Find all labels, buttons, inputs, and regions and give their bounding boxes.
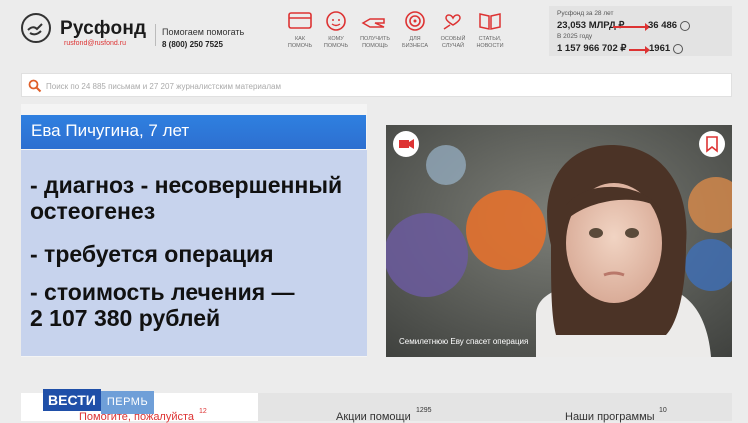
arrow-right-icon: [613, 23, 650, 31]
nav-label: СТАТЬИ,: [478, 36, 502, 42]
hand-icon: [361, 18, 385, 28]
stats-total-count: 36 486: [648, 20, 678, 31]
tab-label: Наши программы: [565, 411, 655, 423]
tagline: Помогаем помогать: [162, 27, 245, 37]
nav-get-help[interactable]: ПОЛУЧИТЬ ПОМОЩЬ: [353, 10, 397, 50]
nav-label: ПОМОЧЬ: [323, 43, 349, 49]
stats-period: Русфонд за 28 лет: [557, 10, 614, 17]
nav-label: ПОМОЩЬ: [362, 43, 388, 49]
search-bar[interactable]: [21, 73, 732, 98]
nav-label: КОМУ: [328, 36, 344, 42]
smile-icon: [680, 21, 690, 31]
search-input[interactable]: [44, 74, 708, 98]
logo-title[interactable]: Русфонд: [60, 18, 146, 40]
overlay-title: Ева Пичугина, 7 лет: [31, 121, 190, 140]
photo-caption: Семилетнюю Еву спасет операция: [399, 337, 529, 346]
nav-whom-to-help[interactable]: КОМУ ПОМОЧЬ: [314, 10, 358, 50]
phone-number[interactable]: 8 (800) 250 7525: [162, 40, 223, 49]
overlay-line: остеогенез: [30, 198, 156, 224]
overlay-line: 2 107 380 рублей: [30, 305, 221, 331]
tab-our-programs[interactable]: Наши программы 10: [495, 393, 732, 423]
card-icon: [288, 12, 312, 29]
smile-icon: [673, 44, 683, 54]
heart-hand-icon: [443, 14, 461, 30]
tab-count: 12: [199, 408, 207, 415]
face-icon: [326, 11, 346, 31]
logo-email-link[interactable]: rusfond@rusfond.ru: [64, 40, 126, 47]
stats-year-count: 1961: [649, 43, 671, 54]
nav-label: НОВОСТИ: [476, 43, 504, 49]
bookmark-icon: [706, 136, 718, 153]
camera-icon: [399, 139, 414, 149]
stats-year-label: В 2025 году: [557, 33, 593, 40]
tab-count: 10: [659, 407, 667, 414]
book-icon: [479, 13, 501, 30]
overlay-line: - стоимость лечения —: [30, 279, 295, 305]
stats-panel: Русфонд за 28 лет 23,053 МЛРД ₽ 36 486 В…: [549, 6, 732, 56]
header-divider: [155, 24, 156, 46]
tab-help-campaigns[interactable]: Акции помощи 1295: [258, 393, 495, 423]
watermark-city: ПЕРМЬ: [100, 391, 155, 414]
watermark-brand: ВЕСТИ: [43, 389, 101, 411]
tv-watermark: ВЕСТИ ПЕРМЬ: [43, 389, 155, 414]
overlay-body: - диагноз - несовершенный остеогенез - т…: [21, 150, 367, 356]
overlay-title-bar: Ева Пичугина, 7 лет: [21, 115, 366, 149]
stats-year-amount: 1 157 966 702 ₽: [557, 43, 627, 54]
girl-photo: [386, 125, 732, 357]
story-photo[interactable]: [386, 125, 732, 357]
search-icon: [28, 79, 42, 93]
video-button[interactable]: [393, 131, 419, 157]
logo-icon[interactable]: [21, 13, 51, 43]
overlay-line: - требуется операция: [30, 241, 274, 267]
overlay-line: - диагноз - несовершенный: [30, 172, 343, 198]
arrow-right-icon: [629, 46, 650, 54]
nav-label: ПОЛУЧИТЬ: [360, 36, 390, 42]
tab-label: Акции помощи: [336, 411, 411, 423]
tab-count: 1295: [416, 407, 432, 414]
target-icon: [405, 11, 425, 31]
nav-articles-news[interactable]: СТАТЬИ, НОВОСТИ: [468, 10, 512, 50]
bookmark-button[interactable]: [699, 131, 725, 157]
